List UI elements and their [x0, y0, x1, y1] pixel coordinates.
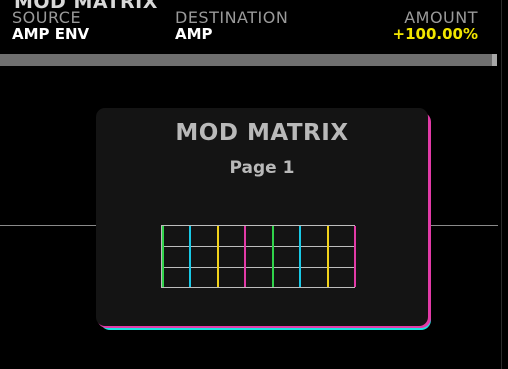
divider-line-left [0, 225, 96, 226]
source-value[interactable]: AMP ENV [12, 25, 89, 43]
amount-bar[interactable] [0, 54, 492, 66]
amount-value[interactable]: +100.00% [393, 25, 478, 43]
page-popup: MOD MATRIX Page 1 [96, 108, 428, 326]
destination-value[interactable]: AMP [175, 25, 213, 43]
popup-title: MOD MATRIX [175, 120, 349, 146]
amount-bar-end [492, 54, 497, 66]
popup-page-label: Page 1 [229, 158, 295, 178]
grid-column-line [162, 226, 164, 287]
scroll-rail [501, 0, 502, 369]
grid-column-line [244, 226, 246, 287]
grid-column-line [189, 226, 191, 287]
grid-column-line [299, 226, 301, 287]
divider-line-right [428, 225, 498, 226]
grid-column-line [354, 226, 356, 287]
grid-column-line [272, 226, 274, 287]
grid-column-line [327, 226, 329, 287]
matrix-grid-icon [161, 225, 356, 288]
grid-column-line [217, 226, 219, 287]
